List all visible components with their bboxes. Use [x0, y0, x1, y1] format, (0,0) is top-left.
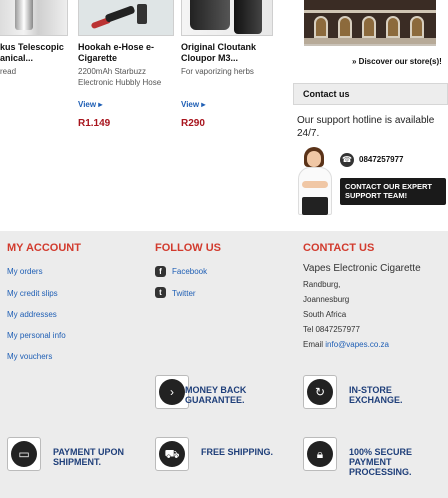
my-credit-slips-link[interactable]: My credit slips — [7, 289, 58, 298]
facebook-icon[interactable]: f — [155, 266, 166, 277]
ecig-part — [104, 5, 136, 23]
product-title-2[interactable]: Hookah e-Hose e- Cigarette — [78, 42, 154, 64]
address-line: Joannesburg — [303, 295, 350, 304]
product-price-2: R1.149 — [78, 118, 111, 129]
product-price-3: R290 — [181, 118, 205, 129]
payment-label: PAYMENT UPON SHIPMENT. — [53, 447, 125, 467]
view-link-3[interactable]: View ▸ — [181, 100, 205, 109]
twitter-icon[interactable]: t — [155, 287, 166, 298]
exchange-badge-icon: ↻ — [303, 375, 337, 409]
store-photo[interactable] — [304, 0, 436, 46]
battery-part — [137, 4, 147, 24]
support-agent-image — [296, 147, 336, 217]
exchange-icon: ↻ — [307, 379, 333, 405]
store-arch — [362, 16, 376, 38]
secure-label: 100% SECURE PAYMENT PROCESSING. — [349, 447, 413, 477]
agent-arm — [302, 181, 328, 188]
address-line: Randburg, — [303, 280, 341, 289]
product-image-1[interactable] — [0, 0, 68, 36]
agent-face — [307, 151, 321, 167]
company-name: Vapes Electronic Cigarette — [303, 263, 421, 274]
product-desc-3: For vaporizing herbs — [181, 67, 254, 76]
truck-icon: ⛟ — [159, 441, 185, 467]
product-title-1[interactable]: kus Telescopic anical... — [0, 42, 64, 64]
hotline-text: Our support hotline is available 24/7. — [297, 115, 435, 139]
facebook-link[interactable]: Facebook — [172, 267, 207, 276]
product-title-3[interactable]: Original Cloutank Cloupor M3... — [181, 42, 256, 64]
email-line: Email info@vapes.co.za — [303, 340, 389, 349]
secure-badge-icon: 🔒︎ — [303, 437, 337, 471]
money-back-label: MONEY BACK GUARANTEE. — [185, 385, 247, 405]
follow-us-heading: FOLLOW US — [155, 242, 221, 254]
contact-box-heading: Contact us — [293, 83, 448, 105]
product-image-2[interactable] — [78, 0, 174, 36]
store-arch — [386, 16, 400, 38]
lock-icon: 🔒︎ — [307, 441, 333, 467]
agent-skirt — [302, 197, 328, 215]
product-desc-1: read — [0, 67, 17, 76]
my-personal-info-link[interactable]: My personal info — [7, 331, 66, 340]
exchange-label: IN-STORE EXCHANGE. — [349, 385, 403, 405]
store-floor — [304, 38, 436, 44]
phone-icon: ☎ — [340, 153, 354, 167]
my-account-heading: MY ACCOUNT — [7, 242, 81, 254]
product-image-3[interactable] — [181, 0, 273, 36]
my-addresses-link[interactable]: My addresses — [7, 310, 57, 319]
my-orders-link[interactable]: My orders — [7, 267, 43, 276]
shipping-label: FREE SHIPPING. — [201, 447, 274, 457]
payment-badge-icon: ▭ — [7, 437, 41, 471]
play-arrow-icon: ▸ — [98, 100, 103, 109]
store-ledge — [304, 10, 436, 13]
address-line: South Africa — [303, 310, 347, 319]
discover-stores-link[interactable]: » Discover our store(s)! — [352, 57, 442, 66]
twitter-link[interactable]: Twitter — [172, 289, 196, 298]
play-arrow-icon: ▸ — [201, 100, 206, 109]
contact-expert-button[interactable]: CONTACT OUR EXPERT SUPPORT TEAM! — [340, 178, 446, 205]
product-photo-1 — [15, 0, 33, 30]
product-desc-2: 2200mAh Starbuzz Electronic Hubbly Hose — [78, 67, 162, 87]
my-vouchers-link[interactable]: My vouchers — [7, 352, 52, 361]
box-part — [190, 0, 230, 30]
store-arch — [410, 16, 424, 38]
store-arch — [338, 16, 352, 38]
money-back-badge-icon: › — [155, 375, 189, 409]
site-footer: MY ACCOUNT My orders My credit slips My … — [0, 231, 448, 498]
contact-us-heading: CONTACT US — [303, 242, 375, 254]
telephone-line: Tel 0847257977 — [303, 325, 360, 334]
payment-icon: ▭ — [11, 441, 37, 467]
money-back-icon: › — [159, 379, 185, 405]
view-link-2[interactable]: View ▸ — [78, 100, 102, 109]
shipping-badge-icon: ⛟ — [155, 437, 189, 471]
email-link[interactable]: info@vapes.co.za — [325, 340, 389, 349]
device-part — [234, 0, 262, 34]
store-arch — [314, 16, 328, 38]
hotline-number[interactable]: 0847257977 — [359, 155, 404, 164]
